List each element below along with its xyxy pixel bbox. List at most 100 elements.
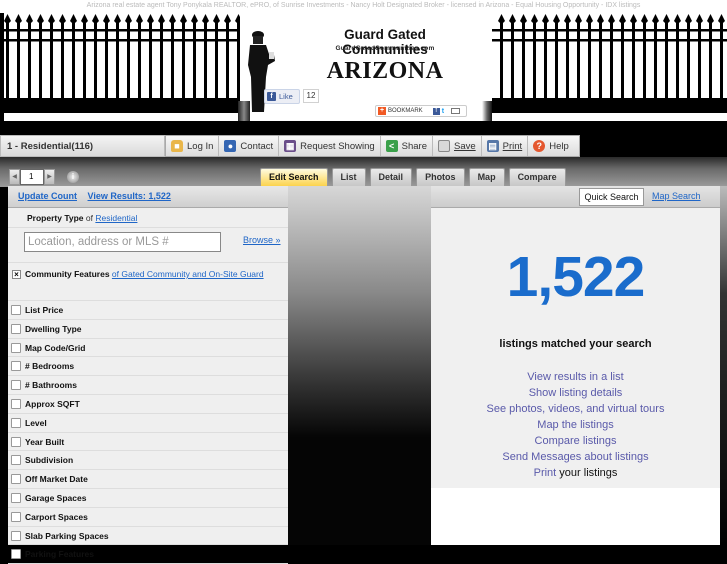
action-link[interactable]: Show listing details (529, 387, 623, 399)
help-label: Help (549, 140, 569, 152)
criterion-label: Dwelling Type (25, 323, 82, 334)
result-count: 1,522 (506, 245, 646, 309)
criterion-row[interactable]: Level (8, 414, 288, 433)
criterion-checkbox[interactable] (11, 361, 21, 372)
like-label: Like (279, 92, 293, 101)
login-label: Log In (187, 140, 214, 152)
view-results-link[interactable]: View Results: 1,522 (88, 191, 171, 201)
quick-search-button[interactable]: Quick Search (579, 188, 644, 206)
action-line: Show listing details (431, 385, 720, 401)
criterion-row[interactable]: Slab Parking Spaces (8, 527, 288, 546)
criterion-label: # Bathrooms (25, 380, 77, 391)
criterion-checkbox[interactable] (11, 455, 21, 466)
tab-compare[interactable]: Compare (508, 168, 566, 186)
remove-criterion-checkbox[interactable]: × (12, 270, 21, 279)
criterion-checkbox[interactable] (11, 511, 21, 522)
update-count-link[interactable]: Update Count (18, 191, 77, 201)
page-number-input[interactable]: 1 (20, 169, 44, 185)
prev-page-button[interactable]: ◀ (9, 169, 20, 185)
action-link[interactable]: Map the listings (537, 419, 613, 431)
results-panel-header: Quick Search Map Search (431, 186, 720, 208)
criterion-row[interactable]: List Price (8, 301, 288, 320)
pager: ◀ 1 ▶ (9, 169, 55, 185)
community-features-link[interactable]: of Gated Community and On-Site Guard (112, 269, 264, 279)
criterion-checkbox[interactable] (11, 549, 21, 560)
criterion-checkbox[interactable] (11, 492, 21, 503)
criterion-row[interactable]: # Bathrooms (8, 376, 288, 395)
facebook-icon: f (267, 92, 276, 101)
page-edge (720, 186, 727, 545)
top-disclaimer: Arizona real estate agent Tony Ponykala … (0, 0, 727, 13)
criterion-checkbox[interactable] (11, 474, 21, 485)
request-showing-label: Request Showing (300, 140, 375, 152)
tab-list[interactable]: List (331, 168, 366, 186)
bookmark-button[interactable]: + BOOKMARK f t (375, 105, 467, 117)
results-actions: View results in a list Show listing detai… (431, 369, 720, 481)
action-line: Send Messages about listings (431, 449, 720, 465)
location-search-row: Location, address or MLS # Browse » (8, 228, 288, 263)
criterion-checkbox[interactable] (11, 342, 21, 353)
criterion-label: List Price (25, 305, 64, 315)
criterion-row[interactable]: Dwelling Type (8, 320, 288, 339)
action-link[interactable]: See photos, videos, and virtual tours (487, 403, 665, 415)
save-button[interactable]: Save (433, 136, 482, 156)
criterion-row[interactable]: Parking Features (8, 545, 288, 564)
action-toolbar: ■ Log In ● Contact ▦ Request Showing < S… (165, 135, 580, 157)
criterion-row[interactable]: Approx SQFT (8, 395, 288, 414)
login-button[interactable]: ■ Log In (166, 136, 220, 156)
share-button[interactable]: < Share (381, 136, 433, 156)
property-type-link[interactable]: Residential (95, 213, 137, 223)
criterion-row[interactable]: Subdivision (8, 451, 288, 471)
property-type-row: Property Type of Residential (8, 208, 288, 228)
tab-edit-search[interactable]: Edit Search (260, 168, 328, 186)
action-text: your listings (556, 467, 618, 479)
facebook-like-button[interactable]: f Like (264, 89, 300, 104)
tab-detail[interactable]: Detail (369, 168, 413, 186)
criterion-checkbox[interactable] (11, 398, 21, 409)
criterion-checkbox[interactable] (11, 305, 21, 315)
tab-photos[interactable]: Photos (416, 168, 465, 186)
property-class-tab[interactable]: 1 - Residential(116) (0, 135, 165, 157)
browse-link[interactable]: Browse » (243, 235, 281, 245)
criterion-row[interactable]: Off Market Date (8, 470, 288, 489)
criterion-label: Parking Features (25, 549, 94, 560)
criterion-checkbox[interactable] (11, 530, 21, 541)
save-icon (438, 140, 450, 152)
action-line: Compare listings (431, 433, 720, 449)
action-link[interactable]: Print (534, 467, 557, 479)
criterion-checkbox[interactable] (11, 417, 21, 428)
help-button[interactable]: ? Help (528, 136, 574, 156)
criterion-row[interactable]: Map Code/Grid (8, 339, 288, 358)
request-showing-button[interactable]: ▦ Request Showing (279, 136, 381, 156)
contact-button[interactable]: ● Contact (219, 136, 280, 156)
email-icon[interactable] (450, 108, 460, 114)
tab-map[interactable]: Map (468, 168, 505, 186)
property-type-of: of (85, 213, 93, 223)
info-icon[interactable]: i (67, 171, 79, 183)
action-link[interactable]: Compare listings (535, 435, 617, 447)
criterion-row[interactable]: Garage Spaces (8, 489, 288, 508)
facebook-share-icon[interactable]: f (432, 107, 440, 115)
action-link[interactable]: View results in a list (527, 371, 623, 383)
map-search-link[interactable]: Map Search (652, 191, 701, 201)
next-page-button[interactable]: ▶ (44, 169, 55, 185)
like-count: 12 (303, 89, 319, 103)
criterion-row[interactable]: Year Built (8, 433, 288, 452)
criterion-row[interactable]: # Bedrooms (8, 357, 288, 377)
action-link[interactable]: Send Messages about listings (502, 451, 648, 463)
search-criteria-panel: Update Count View Results: 1,522 Propert… (8, 186, 288, 564)
criterion-label: Slab Parking Spaces (25, 530, 109, 541)
criterion-checkbox[interactable] (11, 436, 21, 447)
criterion-row[interactable]: Carport Spaces (8, 508, 288, 527)
person-icon: ● (224, 140, 237, 152)
twitter-icon[interactable]: t (442, 108, 449, 115)
print-label: Print (502, 140, 523, 152)
community-features-row: × Community Features of Gated Community … (8, 263, 288, 301)
criterion-label: Subdivision (25, 455, 74, 466)
location-input[interactable]: Location, address or MLS # (24, 232, 221, 252)
criterion-checkbox[interactable] (11, 323, 21, 334)
print-button[interactable]: ▤ Print (482, 136, 529, 156)
criterion-checkbox[interactable] (11, 380, 21, 391)
community-features-label: Community Features (25, 269, 110, 279)
save-label: Save (454, 140, 476, 152)
